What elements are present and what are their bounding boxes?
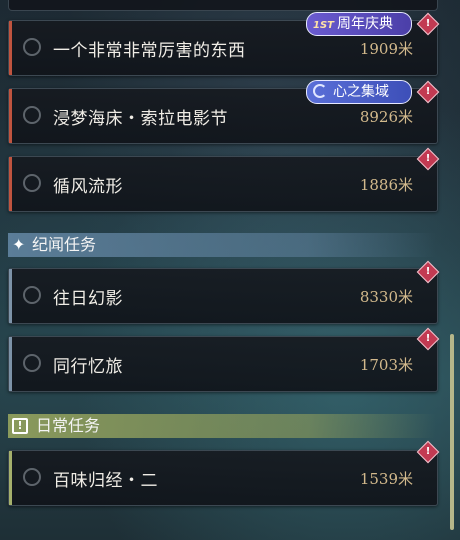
task-distance: 1539米 <box>359 470 413 488</box>
task-accent-bar <box>9 269 12 323</box>
task-distance: 1886米 <box>359 176 413 194</box>
swirl-icon <box>313 84 327 98</box>
task-accent-bar <box>9 451 12 505</box>
scrollbar[interactable] <box>450 334 454 530</box>
task-accent-bar <box>9 89 12 143</box>
section-header-daily[interactable]: ! 日常任务 <box>8 414 436 438</box>
task-title: 同行忆旅 <box>53 357 123 377</box>
task-distance: 1703米 <box>359 356 413 374</box>
task-title: 浸梦海床・索拉电影节 <box>53 109 228 129</box>
task-card[interactable]: 往日幻影 8330米 <box>8 268 438 324</box>
task-distance: 8330米 <box>359 288 413 306</box>
task-radio[interactable] <box>23 468 41 486</box>
task-distance: 8926米 <box>359 108 413 126</box>
anniversary-badge-icon: 1ST <box>313 20 334 31</box>
task-radio[interactable] <box>23 106 41 124</box>
task-card[interactable]: 同行忆旅 1703米 <box>8 336 438 392</box>
section-title: 日常任务 <box>36 416 101 435</box>
task-accent-bar <box>9 21 12 75</box>
task-card[interactable]: 循风流形 1886米 <box>8 156 438 212</box>
heart-domain-event-tag: 心之集域 <box>306 80 412 104</box>
task-radio[interactable] <box>23 174 41 192</box>
anniversary-tag-label: 周年庆典 <box>336 16 393 32</box>
task-title: 循风流形 <box>53 177 123 197</box>
heart-domain-tag-label: 心之集域 <box>333 84 389 100</box>
task-title: 百味归经・二 <box>53 471 158 491</box>
task-radio[interactable] <box>23 38 41 56</box>
sparkle-icon: ✦ <box>12 235 26 254</box>
task-distance: 1909米 <box>359 40 413 58</box>
task-radio[interactable] <box>23 354 41 372</box>
task-card[interactable]: 百味归经・二 1539米 <box>8 450 438 506</box>
task-accent-bar <box>9 157 12 211</box>
section-title: 纪闻任务 <box>32 235 97 254</box>
section-header-story[interactable]: ✦ 纪闻任务 <box>8 233 436 257</box>
task-accent-bar <box>9 337 12 391</box>
task-title: 一个非常非常厉害的东西 <box>53 41 246 61</box>
previous-task-card-edge <box>8 0 438 11</box>
exclamation-box-icon: ! <box>12 418 28 434</box>
task-title: 往日幻影 <box>53 289 123 309</box>
task-radio[interactable] <box>23 286 41 304</box>
anniversary-event-tag: 1ST 周年庆典 <box>306 12 412 36</box>
